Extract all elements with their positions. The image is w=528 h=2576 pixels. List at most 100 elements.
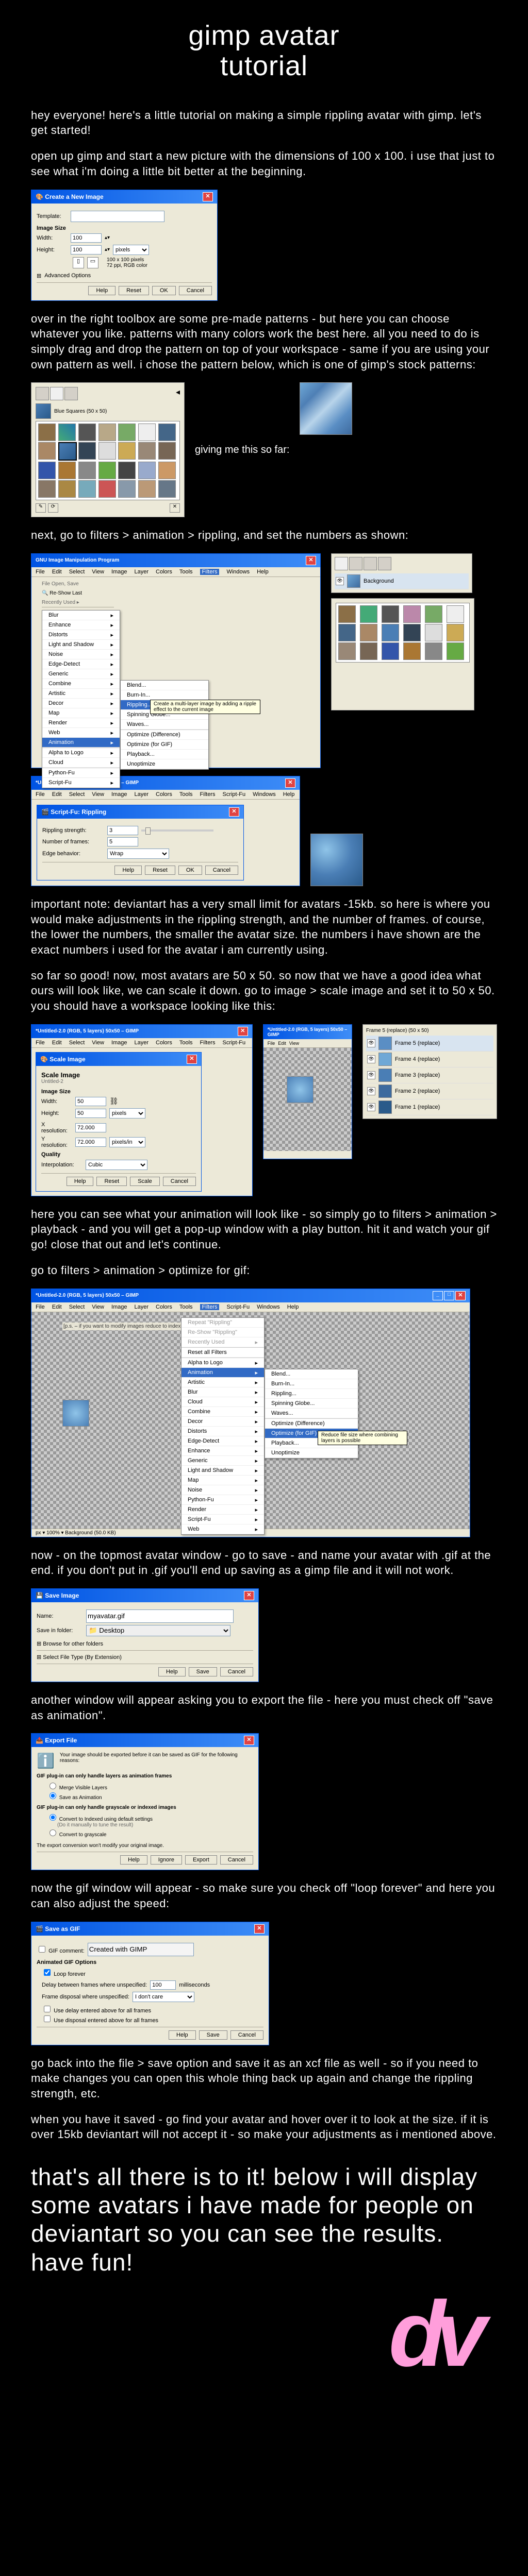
menu-windows[interactable]: Windows <box>253 791 276 798</box>
f-web[interactable]: Web <box>182 1524 264 1534</box>
visibility-icon[interactable]: 👁 <box>367 1087 375 1095</box>
pattern-swatch[interactable] <box>138 442 156 460</box>
pattern-swatch[interactable] <box>78 480 96 498</box>
menu-tools[interactable]: Tools <box>179 1304 193 1310</box>
animation-radio[interactable]: Save as Animation <box>47 1795 102 1801</box>
menu-layer[interactable]: Layer <box>135 791 149 798</box>
cancel-button[interactable]: Cancel <box>179 286 212 295</box>
f-blur[interactable]: Blur <box>182 1387 264 1397</box>
f-cloud[interactable]: Cloud <box>182 1397 264 1407</box>
filter-python[interactable]: Python-Fu <box>42 768 120 778</box>
menu-view[interactable]: View <box>92 569 104 575</box>
cancel-button[interactable]: Cancel <box>163 1177 196 1186</box>
visibility-icon[interactable]: 👁 <box>367 1103 375 1111</box>
filter-distorts[interactable]: Distorts <box>42 630 120 640</box>
help-button[interactable]: Help <box>88 286 116 295</box>
menu-filters[interactable]: Filters <box>200 1040 216 1046</box>
pattern-swatch[interactable] <box>403 624 421 641</box>
scale-button[interactable]: Scale <box>130 1177 160 1186</box>
help-button[interactable]: Help <box>120 1855 147 1865</box>
strength-input[interactable] <box>107 826 138 835</box>
menu-select[interactable]: Select <box>69 1304 85 1310</box>
pattern-swatch[interactable] <box>38 462 56 479</box>
height-input[interactable] <box>71 245 102 255</box>
expand-icon[interactable]: ⊞ <box>37 273 41 279</box>
yres-input[interactable] <box>75 1138 106 1147</box>
menu-windows[interactable]: Windows <box>257 1304 280 1310</box>
close-icon[interactable]: ✕ <box>306 556 316 565</box>
pattern-swatch[interactable] <box>98 462 116 479</box>
help-button[interactable]: Help <box>158 1667 186 1676</box>
menu-file[interactable]: File <box>36 791 45 798</box>
interp-select[interactable]: Cubic <box>86 1160 147 1170</box>
a-waves[interactable]: Waves... <box>265 1409 358 1418</box>
tab-layers[interactable] <box>335 557 348 570</box>
close-icon[interactable]: ✕ <box>285 778 295 788</box>
anim-blend[interactable]: Blend... <box>121 681 208 690</box>
anim-burn[interactable]: Burn-In... <box>121 690 208 700</box>
tab-undo[interactable] <box>378 557 391 570</box>
pattern-swatch[interactable] <box>425 624 442 641</box>
anim-opt-diff[interactable]: Optimize (Difference) <box>121 730 208 740</box>
help-button[interactable]: Help <box>67 1177 94 1186</box>
close-icon[interactable]: ✕ <box>254 1924 265 1934</box>
close-icon[interactable]: ✕ <box>455 1291 466 1300</box>
menu-colors[interactable]: Colors <box>156 1304 172 1310</box>
filter-enhance[interactable]: Enhance <box>42 620 120 630</box>
anim-waves[interactable]: Waves... <box>121 720 208 730</box>
advanced-options[interactable]: Advanced Options <box>44 273 91 279</box>
menu-help[interactable]: Help <box>283 791 295 798</box>
merge-radio[interactable]: Merge Visible Layers <box>47 1785 107 1791</box>
filter-decor[interactable]: Decor <box>42 699 120 708</box>
loop-checkbox[interactable]: Loop forever <box>42 1971 86 1977</box>
layer-name[interactable]: Frame 1 (replace) <box>395 1104 440 1110</box>
menu-edit[interactable]: Edit <box>52 791 62 798</box>
menu-scriptfu[interactable]: Script-Fu <box>222 791 245 798</box>
filter-map[interactable]: Map <box>42 708 120 718</box>
pattern-swatch[interactable] <box>78 462 96 479</box>
pattern-swatch[interactable] <box>382 624 399 641</box>
pattern-swatch[interactable] <box>382 642 399 660</box>
menu-view[interactable]: View <box>92 1040 104 1046</box>
menu-edit[interactable]: Edit <box>52 1040 62 1046</box>
close-icon[interactable]: ✕ <box>244 1591 254 1600</box>
menu-view[interactable]: View <box>92 791 104 798</box>
pattern-swatch[interactable] <box>360 642 377 660</box>
anim-unopt[interactable]: Unoptimize <box>121 759 208 769</box>
f-python[interactable]: Python-Fu <box>182 1495 264 1505</box>
export-button[interactable]: Export <box>185 1855 217 1865</box>
menu-scriptfu[interactable]: Script-Fu <box>226 1304 250 1310</box>
filter-web[interactable]: Web <box>42 728 120 738</box>
pattern-swatch[interactable] <box>98 442 116 460</box>
f-alpha[interactable]: Alpha to Logo <box>182 1358 264 1368</box>
filter-edge[interactable]: Edge-Detect <box>42 659 120 669</box>
menu-colors[interactable]: Colors <box>156 1040 172 1046</box>
reset-button[interactable]: Reset <box>145 866 175 875</box>
scale-width-input[interactable] <box>75 1097 106 1106</box>
f-decor[interactable]: Decor <box>182 1417 264 1427</box>
filter-cloud[interactable]: Cloud <box>42 758 120 768</box>
maximize-icon[interactable]: □ <box>444 1291 454 1300</box>
tab-channels[interactable] <box>349 557 362 570</box>
pattern-swatch[interactable] <box>338 605 356 623</box>
menu-view[interactable]: View <box>92 1304 104 1310</box>
pattern-swatch[interactable] <box>158 423 176 441</box>
f-render[interactable]: Render <box>182 1505 264 1515</box>
a-optdiff[interactable]: Optimize (Difference) <box>265 1419 358 1429</box>
delay-input[interactable] <box>150 1980 176 1990</box>
menu-image[interactable]: Image <box>111 791 127 798</box>
pattern-swatch[interactable] <box>58 480 76 498</box>
close-icon[interactable]: ✕ <box>238 1027 248 1036</box>
width-input[interactable] <box>71 233 102 243</box>
use-disposal-check[interactable]: Use disposal entered above for all frame… <box>42 2018 158 2024</box>
link-icon[interactable]: ⛓ <box>109 1097 119 1106</box>
menu-edit[interactable]: Edit <box>52 569 62 575</box>
filter-combine[interactable]: Combine <box>42 679 120 689</box>
save-button[interactable]: Save <box>189 1667 217 1676</box>
pattern-swatch[interactable] <box>158 442 176 460</box>
template-select[interactable] <box>71 211 164 222</box>
tab-patterns[interactable] <box>50 387 63 400</box>
layer-name[interactable]: Frame 4 (replace) <box>395 1056 440 1062</box>
close-icon[interactable]: ✕ <box>244 1736 254 1745</box>
a-rippling[interactable]: Rippling... <box>265 1389 358 1399</box>
